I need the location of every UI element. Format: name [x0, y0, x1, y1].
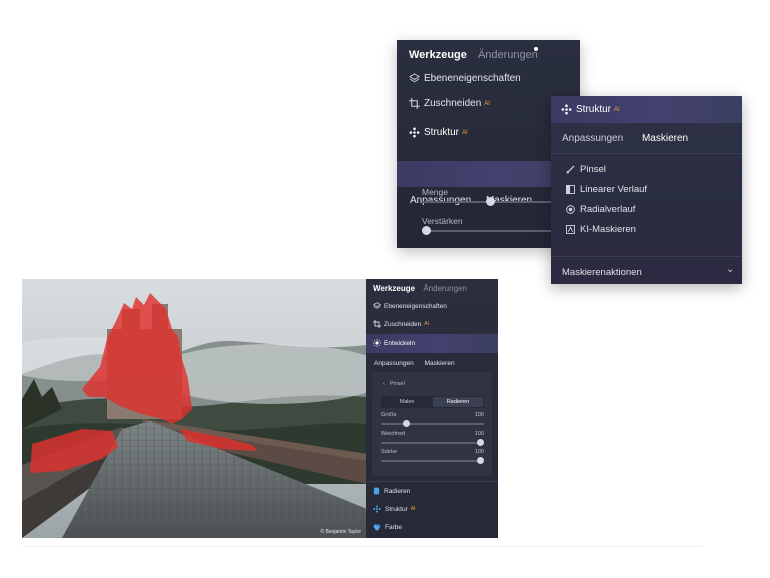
mask-tool-label: Linearer Verlauf — [580, 184, 648, 195]
radial-gradient-icon — [566, 205, 575, 214]
tool-label: Zuschneiden — [424, 98, 482, 109]
tool-struktur[interactable]: Struktur AI — [409, 127, 468, 138]
layers-icon — [373, 302, 381, 310]
title-text: Struktur — [576, 104, 612, 115]
slider-staerke-knob[interactable] — [477, 457, 484, 464]
tool-farbe[interactable]: Farbe — [373, 523, 402, 531]
tool-label: Struktur — [424, 127, 460, 138]
page-divider — [22, 546, 702, 547]
slider-verstaerken-knob[interactable] — [422, 226, 431, 235]
tab-anpassungen[interactable]: Anpassungen — [562, 133, 623, 144]
tool-radieren[interactable]: Radieren — [373, 487, 410, 495]
mask-actions-label[interactable]: Maskierenaktionen — [562, 267, 642, 278]
mask-tool-label: Radialverlauf — [580, 204, 636, 215]
changes-indicator-dot — [534, 47, 538, 51]
tool-label: Ebeneneigenschaften — [384, 302, 447, 310]
tab-aenderungen[interactable]: Änderungen — [478, 49, 538, 61]
tools-panel-bottom: Werkzeuge Änderungen Ebeneneigenschaften… — [366, 279, 498, 538]
segment-radieren[interactable]: Radieren — [433, 397, 483, 407]
slider-label: Verstärken — [422, 216, 463, 226]
ai-badge: AI — [614, 106, 620, 113]
tool-label: Ebeneneigenschaften — [424, 73, 521, 84]
panel-title: Struktur AI — [561, 104, 620, 115]
layers-icon — [409, 73, 420, 84]
mask-tool-label: KI-Maskieren — [580, 224, 636, 235]
tab-werkzeuge[interactable]: Werkzeuge — [373, 284, 415, 293]
tool-zuschneiden[interactable]: Zuschneiden AI — [409, 98, 490, 109]
back-to-pinsel[interactable]: ‹ Pinsel — [383, 381, 405, 387]
sun-icon — [373, 339, 381, 347]
linear-gradient-icon — [566, 185, 575, 194]
ai-mask-icon — [566, 225, 575, 234]
divider — [551, 153, 742, 154]
subtab-maskieren[interactable]: Maskieren — [425, 360, 455, 367]
color-icon — [373, 523, 381, 531]
slider-value: 100 — [474, 449, 484, 455]
ai-badge: AI — [484, 100, 490, 107]
slider-value: 100 — [474, 412, 484, 418]
tab-werkzeuge[interactable]: Werkzeuge — [409, 49, 467, 61]
crop-icon — [409, 98, 420, 109]
crop-icon — [373, 320, 381, 328]
panel-header: Werkzeuge Änderungen — [373, 284, 467, 293]
segment-malen[interactable]: Malen — [382, 397, 432, 407]
tool-zuschneiden[interactable]: Zuschneiden AI — [373, 320, 429, 328]
slider-weichheit-knob[interactable] — [477, 439, 484, 446]
paint-erase-toggle: Malen Radieren — [381, 396, 484, 408]
ai-badge: AI — [462, 129, 468, 136]
tool-label: Radieren — [384, 487, 411, 495]
tab-aenderungen[interactable]: Änderungen — [423, 284, 467, 293]
struktur-mask-panel: Struktur AI Anpassungen Maskieren Pinsel… — [551, 96, 742, 284]
slider-groesse-track[interactable] — [381, 423, 484, 425]
panel-header: Werkzeuge Änderungen — [409, 49, 538, 61]
divider — [366, 481, 498, 482]
castle-photo — [22, 279, 367, 538]
slider-label: Menge — [422, 187, 448, 197]
ai-badge: AI — [424, 321, 429, 327]
slider-label: Stärke — [381, 449, 397, 455]
mask-tool-radial[interactable]: Radialverlauf — [566, 204, 635, 215]
tool-label: Entwickeln — [384, 339, 416, 347]
chevron-left-icon: ‹ — [383, 381, 385, 387]
tool-struktur[interactable]: Struktur AI — [373, 505, 416, 513]
chevron-down-icon[interactable]: ⌄ — [726, 264, 734, 275]
tool-label: Struktur — [385, 505, 408, 513]
slider-menge-knob[interactable] — [486, 197, 495, 206]
tab-bar: Anpassungen Maskieren — [562, 133, 704, 144]
slider-value: 100 — [474, 431, 484, 437]
subtab-anpassungen[interactable]: Anpassungen — [374, 360, 414, 367]
slider-staerke-track[interactable] — [381, 460, 484, 462]
slider-label: Weichheit — [381, 431, 406, 437]
structure-icon — [373, 505, 381, 513]
photo-canvas[interactable]: © Benjamin Taylor — [22, 279, 367, 538]
divider — [551, 256, 742, 257]
structure-icon — [409, 127, 420, 138]
tab-maskieren[interactable]: Maskieren — [642, 133, 688, 144]
subtab-bar: Anpassungen Maskieren — [374, 360, 464, 367]
tool-label: Zuschneiden — [384, 320, 422, 328]
tool-entwickeln[interactable]: Entwickeln — [373, 339, 415, 347]
tool-ebeneneigenschaften[interactable]: Ebeneneigenschaften — [373, 302, 447, 310]
structure-icon — [561, 104, 572, 115]
mask-tool-label: Pinsel — [580, 164, 606, 175]
tool-ebeneneigenschaften[interactable]: Ebeneneigenschaften — [409, 73, 521, 84]
tool-label: Farbe — [385, 523, 402, 531]
slider-groesse-knob[interactable] — [403, 420, 410, 427]
slider-weichheit-track[interactable] — [381, 442, 484, 444]
ai-badge: AI — [410, 506, 416, 512]
photo-credit: © Benjamin Taylor — [320, 529, 361, 535]
back-label: Pinsel — [389, 381, 405, 387]
brush-icon — [566, 165, 575, 174]
eraser-icon — [373, 487, 380, 495]
mask-tool-ki[interactable]: KI-Maskieren — [566, 224, 636, 235]
mask-tool-linear[interactable]: Linearer Verlauf — [566, 184, 647, 195]
mask-tool-pinsel[interactable]: Pinsel — [566, 164, 606, 175]
slider-label: Größe — [381, 412, 397, 418]
